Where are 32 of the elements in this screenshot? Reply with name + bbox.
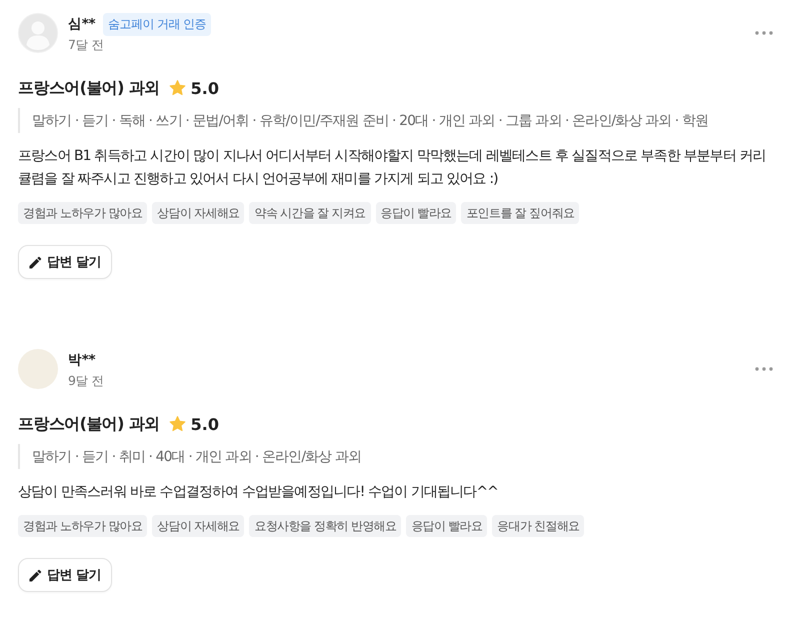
- rating-score: 5.0: [190, 78, 219, 98]
- review-text: 상담이 만족스러워 바로 수업결정하여 수업받을예정입니다! 수업이 기대됩니다^^: [18, 483, 499, 502]
- service-details: 말하기 · 듣기 · 독해 · 쓰기 · 문법/어휘 · 유학/이민/주재원 준비 · 20대 · 개인 과외 · 그룹 과외 · 온라인/화상 과외 · 학원: [32, 113, 708, 129]
- service-title: 프랑스어(불어) 과외: [18, 78, 160, 98]
- star-icon: [168, 80, 186, 96]
- author-name: 박**: [68, 351, 96, 369]
- service-details: 말하기 · 듣기 · 취미 · 40대 · 개인 과외 · 온라인/화상 과외: [32, 449, 362, 465]
- keyword-tag: 상담이 자세해요: [152, 515, 244, 537]
- avatar-image: [18, 349, 58, 389]
- keyword-tag: 약속 시간을 잘 지켜요: [249, 202, 370, 224]
- keyword-tag: 응답이 빨라요: [376, 202, 456, 224]
- review-time: 9달 전: [68, 373, 104, 390]
- keyword-tag: 경험과 노하우가 많아요: [18, 515, 148, 537]
- service-title: 프랑스어(불어) 과외: [18, 414, 160, 434]
- author-name: 심**: [68, 15, 96, 33]
- rating-score: 5.0: [190, 414, 219, 434]
- more-icon[interactable]: [755, 367, 773, 371]
- review-text: 프랑스어 B1 취득하고 시간이 많이 지나서 어디서부터 시작해야할지 막막했는데 레벨테스트 후 실질적으로 부족한 부분부터 커리큘렴을 잘 짜주시고 진행하고 있어서 다시 언어공부에 재미를 가지게 되고 있어요 :): [18, 147, 767, 189]
- keyword-tag: 경험과 노하우가 많아요: [18, 202, 148, 224]
- star-icon: [168, 416, 186, 432]
- pencil-icon: [29, 568, 42, 582]
- more-icon[interactable]: [755, 31, 773, 35]
- keyword-tag: 응답이 빨라요: [406, 515, 488, 537]
- reply-button[interactable]: 답변 달기: [18, 558, 112, 592]
- keyword-tag: 응대가 친절해요: [492, 515, 584, 537]
- review-time: 7달 전: [68, 37, 104, 54]
- keyword-tag: 요청사항을 정확히 반영해요: [249, 515, 402, 537]
- reply-button[interactable]: 답변 달기: [18, 245, 112, 279]
- keyword-tag: 포인트를 잘 짚어줘요: [461, 202, 580, 224]
- verified-badge: 숨고페이 거래 인증: [103, 12, 211, 36]
- keyword-tag: 상담이 자세해요: [152, 202, 244, 224]
- pencil-icon: [29, 256, 42, 268]
